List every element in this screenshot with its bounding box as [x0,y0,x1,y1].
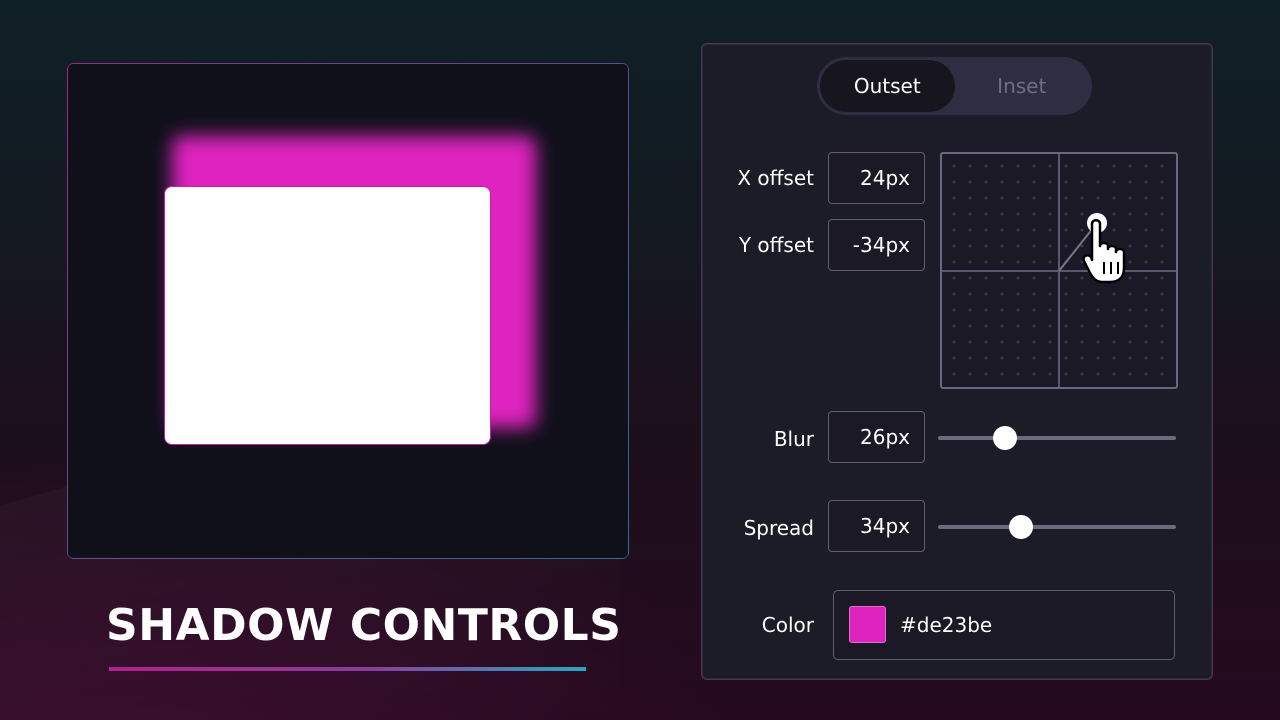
blur-slider-thumb[interactable] [992,426,1017,450]
title-underline [109,667,586,671]
offset-pad[interactable] [940,152,1178,389]
preview-card [164,186,491,445]
y-offset-field[interactable]: -34px [828,219,925,271]
spread-slider-thumb[interactable] [1009,515,1034,539]
color-field[interactable]: #de23be [833,590,1175,660]
color-hex-value[interactable]: #de23be [900,613,992,637]
blur-slider[interactable] [938,426,1176,450]
toggle-outset[interactable]: Outset [820,60,955,112]
hand-pointer-icon [1082,219,1126,284]
color-label: Color [761,613,814,637]
x-offset-label: X offset [737,166,814,190]
spread-label: Spread [743,516,814,540]
blur-field[interactable]: 26px [828,411,925,463]
x-offset-field[interactable]: 24px [828,152,925,204]
spread-slider[interactable] [938,515,1176,539]
mode-toggle: Outset Inset [817,57,1092,115]
shadow-preview [67,63,629,559]
spread-field[interactable]: 34px [828,500,925,552]
blur-label: Blur [773,427,814,451]
page-title: SHADOW CONTROLS [106,600,622,651]
toggle-inset[interactable]: Inset [955,60,1090,112]
color-swatch[interactable] [849,606,886,643]
y-offset-label: Y offset [738,233,814,257]
controls-panel: Outset Inset X offset 24px Y offset -34p… [701,43,1213,680]
